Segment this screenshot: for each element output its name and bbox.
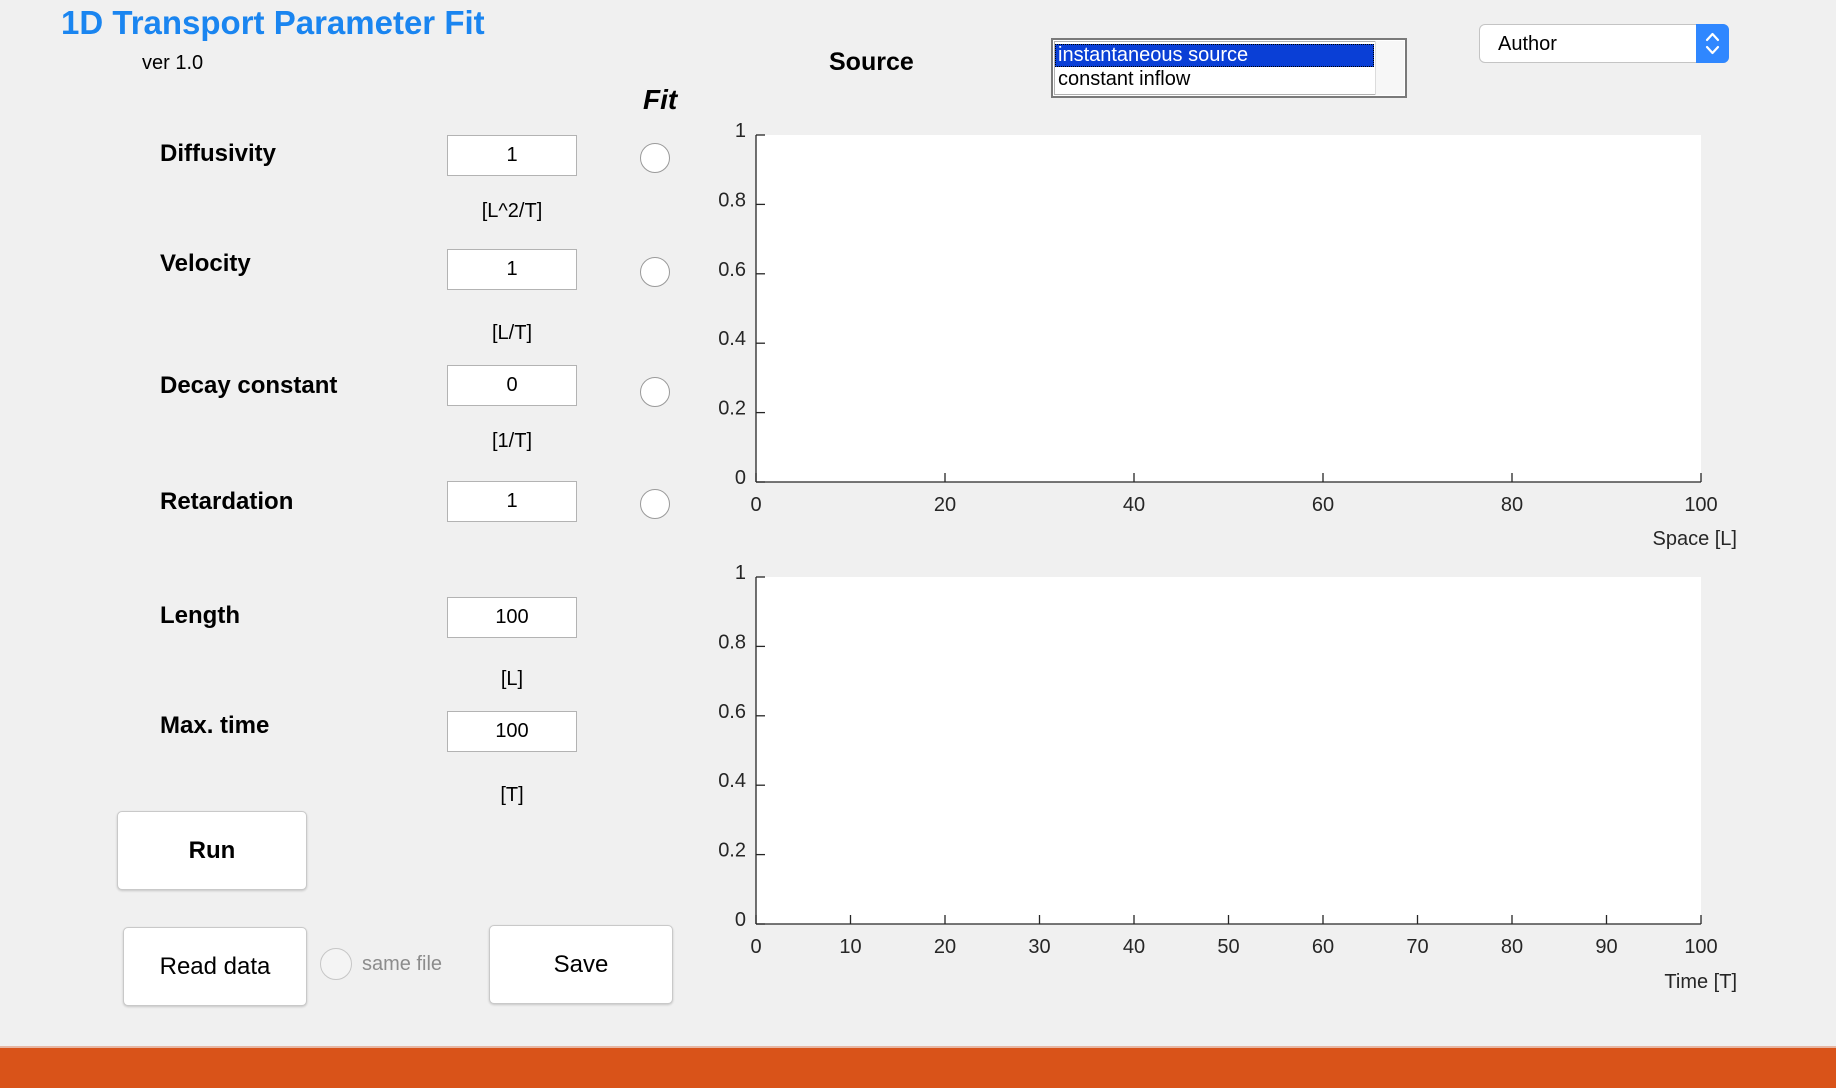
time-plot-x-tick-label: 90	[1595, 936, 1617, 958]
time-plot-y-tick-label: 0	[735, 909, 746, 931]
space-plot-x-tick-label: 60	[1312, 494, 1334, 516]
time-plot-y-tick-label: 1	[735, 562, 746, 584]
space-plot-background	[756, 135, 1701, 482]
space-plot-x-tick-label: 80	[1501, 494, 1523, 516]
time-plot-y-tick-label: 0.2	[718, 840, 746, 862]
time-plot-x-tick-label: 80	[1501, 936, 1523, 958]
space-plot-y-tick-label: 0.6	[718, 259, 746, 281]
space-plot-x-tick-label: 100	[1684, 494, 1717, 516]
time-plot-x-tick-label: 40	[1123, 936, 1145, 958]
time-plot-x-tick-label: 50	[1217, 936, 1239, 958]
time-plot-x-tick-label: 100	[1684, 936, 1717, 958]
plots-area: 0 20 40 60 80 10000.20.40.60.81Space [L]0 10 20…	[718, 120, 1737, 993]
space-plot-y-tick-label: 0.4	[718, 328, 746, 350]
time-plot-x-tick-label: 20	[934, 936, 956, 958]
time-plot-y-tick-label: 0.4	[718, 770, 746, 792]
time-plot-x-axis-label: Time [T]	[1664, 971, 1737, 993]
space-plot-x-tick-label: 40	[1123, 494, 1145, 516]
space-plot-y-tick-label: 1	[735, 120, 746, 142]
time-plot-y-tick-label: 0.8	[718, 631, 746, 653]
space-plot-y-tick-label: 0.2	[718, 398, 746, 420]
space-plot-x-tick-label: 0	[750, 494, 761, 516]
time-plot-x-tick-label: 0	[750, 936, 761, 958]
time-plot-x-tick-label: 60	[1312, 936, 1334, 958]
time-plot-y-tick-label: 0.6	[718, 701, 746, 723]
space-plot-y-tick-label: 0	[735, 467, 746, 489]
space-plot-y-tick-label: 0.8	[718, 189, 746, 211]
footer-bar	[0, 1048, 1836, 1088]
space-plot-x-axis-label: Space [L]	[1652, 528, 1737, 550]
time-plot-x-tick-label: 10	[839, 936, 861, 958]
time-plot-background	[756, 577, 1701, 924]
space-plot-x-tick-label: 20	[934, 494, 956, 516]
time-plot-x-tick-label: 30	[1028, 936, 1050, 958]
time-plot-x-tick-label: 70	[1406, 936, 1428, 958]
